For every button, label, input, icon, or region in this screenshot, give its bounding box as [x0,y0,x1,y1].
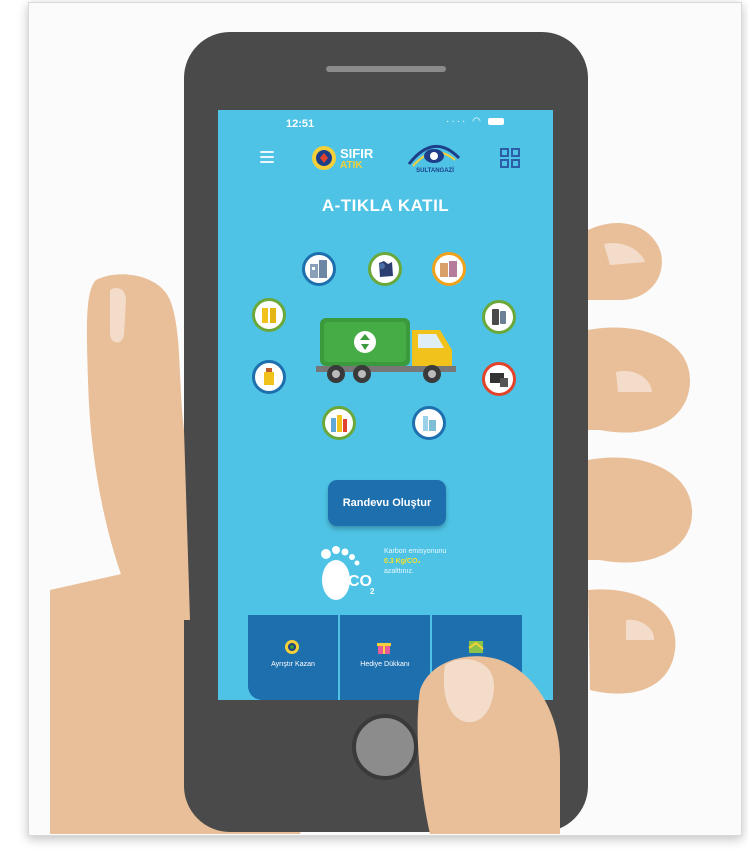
hand-front-illustration [86,242,655,834]
